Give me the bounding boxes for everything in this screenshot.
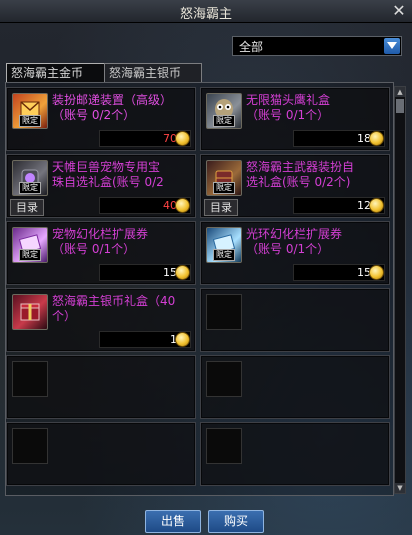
- gold-coin-icon: [369, 131, 384, 146]
- mail-box-icon: 限定: [12, 93, 48, 129]
- tab-gold-coin[interactable]: 怒海霸主金币: [6, 63, 109, 83]
- price-bar: 12: [293, 197, 385, 214]
- gold-coin-icon: [175, 131, 190, 146]
- empty-slot: [200, 422, 390, 486]
- buy-button[interactable]: 购买: [208, 510, 264, 533]
- gold-coin-icon: [175, 198, 190, 213]
- limited-tag: 限定: [19, 115, 41, 127]
- empty-slot: [200, 288, 390, 352]
- shop-item[interactable]: 限定 装扮邮递装置（高级） （账号 0/2个） 70: [6, 87, 196, 151]
- tab-silver-coin[interactable]: 怒海霸主银币: [104, 63, 202, 83]
- chevron-down-icon[interactable]: [384, 38, 400, 54]
- item-name: 光环幻化栏扩展券 （账号 0/1个）: [246, 227, 343, 256]
- pet-ticket-icon: 限定: [12, 227, 48, 263]
- shop-item[interactable]: 限定 无限猫头鹰礼盒 （账号 0/1个） 18: [200, 87, 390, 151]
- empty-slot: [6, 355, 196, 419]
- price-bar: 1: [99, 331, 191, 348]
- gold-coin-icon: [175, 265, 190, 280]
- gold-coin-icon: [369, 198, 384, 213]
- close-button[interactable]: ✕: [390, 2, 408, 20]
- gold-coin-icon: [369, 265, 384, 280]
- item-name: 宠物幻化栏扩展券 （账号 0/1个）: [52, 227, 149, 256]
- weapon-box-icon: 限定: [206, 160, 242, 196]
- aura-ticket-icon: 限定: [206, 227, 242, 263]
- shop-item[interactable]: 限定 光环幻化栏扩展券 （账号 0/1个） 15: [200, 221, 390, 285]
- orb-box-icon: 限定: [12, 160, 48, 196]
- price-bar: 15: [293, 264, 385, 281]
- empty-icon-cell: [12, 361, 48, 397]
- empty-icon-cell: [12, 428, 48, 464]
- price-bar: 18: [293, 130, 385, 147]
- window-title: 怒海霸主: [179, 7, 232, 22]
- empty-slot: [200, 355, 390, 419]
- title-bar: 怒海霸主 ✕: [0, 0, 412, 23]
- dropdown-selected: 全部: [239, 40, 264, 54]
- item-name: 装扮邮递装置（高级） （账号 0/2个）: [52, 93, 173, 122]
- item-name: 无限猫头鹰礼盒 （账号 0/1个）: [246, 93, 331, 122]
- scroll-thumb[interactable]: [396, 99, 404, 113]
- empty-icon-cell: [206, 361, 242, 397]
- silver-gift-icon: [12, 294, 48, 330]
- item-name: 天帷巨兽宠物专用宝 珠自选礼盒(账号 0/2: [52, 160, 164, 189]
- gold-coin-icon: [175, 332, 190, 347]
- scroll-down-arrow-icon[interactable]: ▼: [395, 483, 405, 493]
- price-bar: 40: [99, 197, 191, 214]
- limited-tag: 限定: [19, 182, 41, 194]
- empty-slot: [6, 422, 196, 486]
- sell-button[interactable]: 出售: [145, 510, 201, 533]
- price-bar: 15: [99, 264, 191, 281]
- owl-box-icon: 限定: [206, 93, 242, 129]
- shop-item[interactable]: 限定 天帷巨兽宠物专用宝 珠自选礼盒(账号 0/2 目录 40: [6, 154, 196, 218]
- limited-tag: 限定: [213, 182, 235, 194]
- limited-tag: 限定: [19, 249, 41, 261]
- item-name: 怒海霸主银币礼盒（40 个）: [52, 294, 176, 323]
- scrollbar[interactable]: ▲ ▼: [394, 86, 406, 494]
- catalog-button[interactable]: 目录: [10, 199, 44, 216]
- limited-tag: 限定: [213, 249, 235, 261]
- shop-item[interactable]: 限定 怒海霸主武器装扮自 选礼盒(账号 0/2个) 目录 12: [200, 154, 390, 218]
- catalog-button[interactable]: 目录: [204, 199, 238, 216]
- shop-item[interactable]: 怒海霸主银币礼盒（40 个） 1: [6, 288, 196, 352]
- empty-icon-cell: [206, 294, 242, 330]
- scroll-up-arrow-icon[interactable]: ▲: [395, 87, 405, 97]
- limited-tag: 限定: [213, 115, 235, 127]
- item-name: 怒海霸主武器装扮自 选礼盒(账号 0/2个): [246, 160, 355, 189]
- category-dropdown[interactable]: 全部: [232, 36, 402, 56]
- empty-icon-cell: [206, 428, 242, 464]
- price-bar: 70: [99, 130, 191, 147]
- shop-item[interactable]: 限定 宠物幻化栏扩展券 （账号 0/1个） 15: [6, 221, 196, 285]
